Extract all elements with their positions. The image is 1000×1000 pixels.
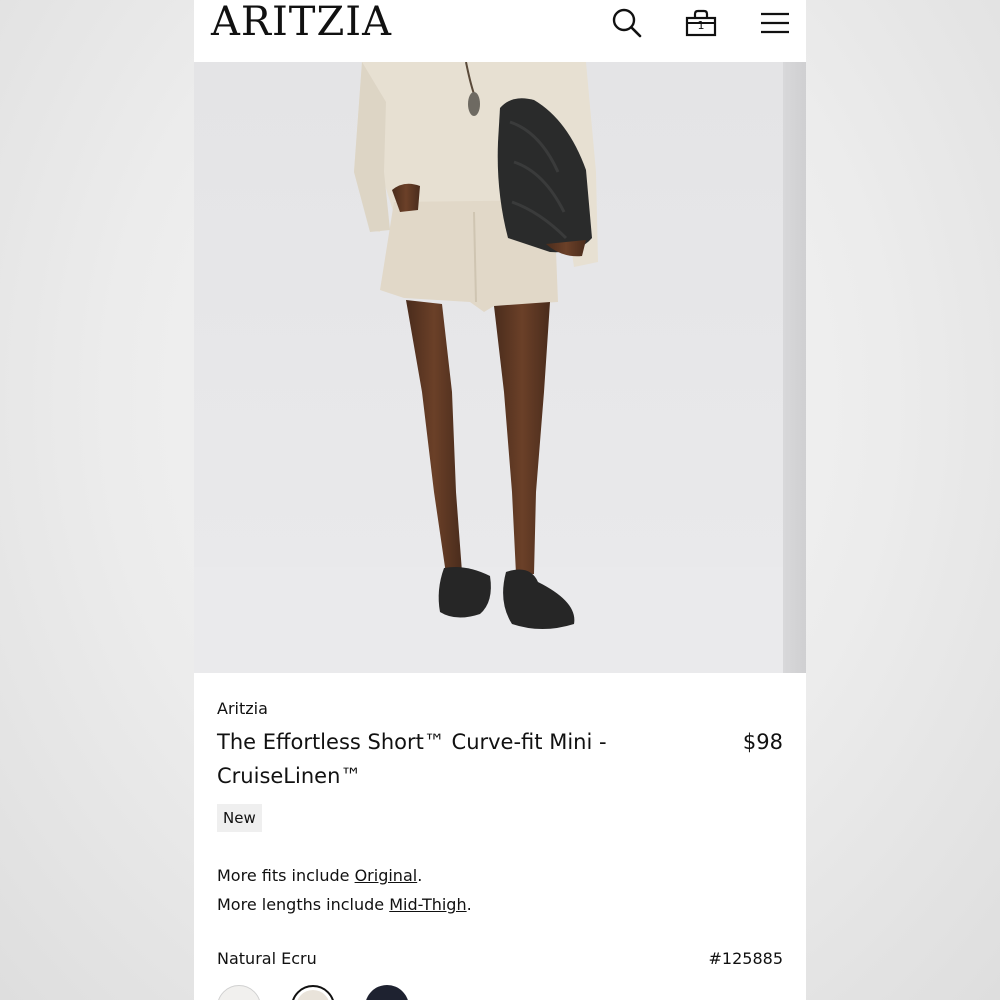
more-lengths-text: More lengths include [217, 895, 390, 914]
product-price: $98 [742, 730, 783, 754]
new-badge: New [217, 804, 262, 832]
more-lengths-period: . [466, 895, 472, 914]
mid-thigh-length-link[interactable]: Mid-Thigh [389, 895, 466, 914]
more-fits-line: More fits include Original. [217, 861, 472, 890]
search-icon [612, 8, 642, 38]
product-photo [194, 62, 783, 673]
original-fit-link[interactable]: Original [355, 866, 418, 885]
aritzia-logo[interactable]: ARITZIA [211, 0, 392, 44]
bag-count-badge: 1 [697, 19, 705, 32]
next-image-peek[interactable] [783, 62, 806, 673]
site-header: ARITZIA 1 [194, 0, 806, 62]
fit-options: More fits include Original. More lengths… [217, 861, 472, 919]
product-page: ARITZIA 1 Aritzia The Effortless Short™ … [194, 0, 806, 1000]
product-title: The Effortless Short™ Curve-fit Mini - C… [217, 730, 607, 788]
product-brand[interactable]: Aritzia [217, 699, 268, 718]
color-swatch-white[interactable] [217, 985, 261, 1000]
color-swatch-natural-ecru[interactable] [291, 985, 335, 1000]
selected-color-name: Natural Ecru [217, 949, 317, 968]
product-image-carousel[interactable] [194, 62, 806, 673]
color-swatch-navy[interactable] [365, 985, 409, 1000]
more-fits-text: More fits include [217, 866, 355, 885]
style-number: #125885 [708, 949, 783, 968]
menu-icon [761, 12, 789, 34]
more-fits-period: . [417, 866, 423, 885]
more-lengths-line: More lengths include Mid-Thigh. [217, 890, 472, 919]
shopping-bag-button[interactable]: 1 [684, 6, 718, 40]
search-button[interactable] [610, 6, 644, 40]
menu-button[interactable] [758, 6, 792, 40]
